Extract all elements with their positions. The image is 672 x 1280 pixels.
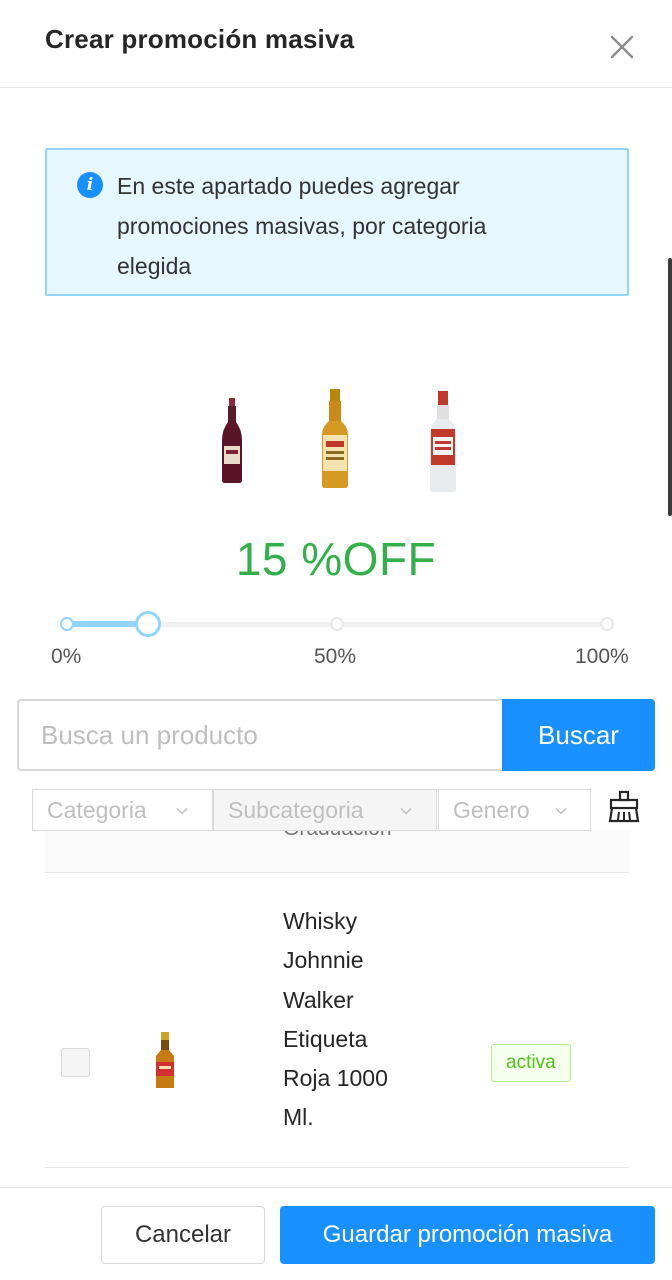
- product-name-line: Etiqueta: [283, 1025, 368, 1052]
- table-row: Whisky Johnnie Walker Etiqueta Roja 1000…: [45, 873, 629, 1168]
- modal-header: Crear promoción masiva: [0, 0, 672, 88]
- slider-dot-50[interactable]: [330, 617, 344, 631]
- info-message-line-2: promociones masivas, por categoria: [117, 213, 487, 239]
- product-name-line: Whisky: [283, 908, 358, 934]
- subcategory-select-placeholder: Subcategoria: [228, 797, 364, 823]
- info-message-line-1: En este apartado puedes agregar: [117, 173, 460, 199]
- slider-mark-0: 0%: [51, 645, 82, 668]
- cancel-button[interactable]: Cancelar: [101, 1206, 265, 1264]
- slider-mark-50: 50%: [314, 645, 357, 668]
- vodka-bottle-image: [430, 391, 456, 492]
- product-name-line: Johnnie: [283, 947, 364, 974]
- close-icon[interactable]: [606, 31, 638, 63]
- product-name-line: Walker: [283, 986, 354, 1013]
- discount-slider[interactable]: [60, 610, 614, 638]
- save-promotion-button[interactable]: Guardar promoción masiva: [280, 1206, 655, 1264]
- slider-dot-0[interactable]: [60, 617, 74, 631]
- slider-dot-100[interactable]: [600, 617, 614, 631]
- info-alert: i En este apartado puedes agregar promoc…: [45, 148, 629, 296]
- product-name: Whisky Johnnie Walker Etiqueta Roja 1000…: [283, 902, 423, 1138]
- clear-broom-icon[interactable]: [607, 790, 641, 824]
- chevron-down-icon: [400, 807, 412, 815]
- product-name-line: Ml.: [283, 1104, 314, 1131]
- genre-select[interactable]: Genero: [438, 789, 591, 831]
- row-select-checkbox[interactable]: [61, 1048, 90, 1077]
- product-name-line: Roja 1000: [283, 1065, 388, 1092]
- slider-handle[interactable]: [135, 611, 161, 637]
- table-header-row: Graduación: [45, 831, 629, 873]
- product-search: Buscar: [17, 699, 655, 771]
- category-select-placeholder: Categoria: [47, 797, 147, 823]
- info-message-line-3: elegida: [117, 253, 192, 279]
- info-message: En este apartado puedes agregar promocio…: [117, 166, 587, 286]
- clipped-header-text: Graduación: [283, 831, 392, 841]
- discount-percent-label: 15 %OFF: [235, 533, 437, 585]
- slider-mark-100: 100%: [575, 645, 629, 668]
- subcategory-select[interactable]: Subcategoria: [213, 789, 437, 831]
- tequila-bottle-image: [322, 389, 348, 488]
- chevron-down-icon: [555, 807, 567, 815]
- status-badge: activa: [491, 1044, 571, 1082]
- promo-illustration: [0, 385, 672, 495]
- liqueur-bottle-image: [222, 398, 242, 483]
- product-thumbnail: [156, 1032, 174, 1088]
- search-input[interactable]: [17, 699, 503, 771]
- search-button[interactable]: Buscar: [502, 699, 655, 771]
- modal-footer: Cancelar Guardar promoción masiva: [0, 1187, 672, 1280]
- chevron-down-icon: [176, 807, 188, 815]
- modal-title: Crear promoción masiva: [45, 24, 355, 54]
- category-select[interactable]: Categoria: [32, 789, 213, 831]
- products-table: Graduación Whisky Johnnie Walker Etiquet…: [45, 831, 629, 1169]
- genre-select-placeholder: Genero: [453, 797, 530, 823]
- info-circle-icon: i: [77, 172, 103, 198]
